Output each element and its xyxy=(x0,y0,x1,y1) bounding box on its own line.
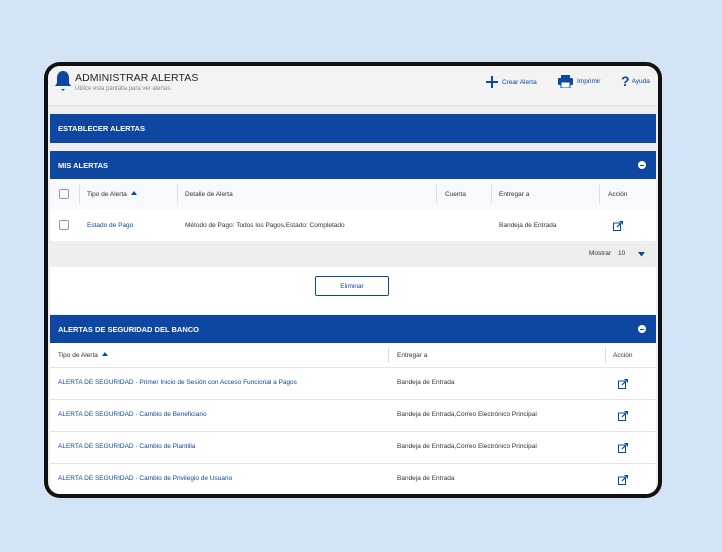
print-label: Imprimir xyxy=(577,78,601,85)
deliver-to: Bandeja de Entrada,Correo Electrónico Pr… xyxy=(397,411,537,418)
mis-alertas-panel: Tipo de Alerta Detalle de Alerta Cuenta … xyxy=(50,179,656,314)
app-screen: ADMINISTRAR ALERTAS Utilice esta pantall… xyxy=(48,66,658,494)
plus-icon xyxy=(486,76,498,88)
deliver-to: Bandeja de Entrada xyxy=(397,379,455,386)
seguridad-header[interactable]: ALERTAS DE SEGURIDAD DEL BANCO xyxy=(50,315,656,343)
sort-asc-icon xyxy=(101,352,108,356)
establecer-alertas-header[interactable]: ESTABLECER ALERTAS xyxy=(50,114,656,143)
deliver-to: Bandeja de Entrada,Correo Electrónico Pr… xyxy=(397,443,537,450)
print-button[interactable]: Imprimir xyxy=(558,75,600,88)
collapse-icon[interactable] xyxy=(638,161,646,169)
delete-button[interactable]: Eliminar xyxy=(315,276,389,296)
security-alert-link[interactable]: ALERTA DE SEGURIDAD - Cambio de Benefici… xyxy=(58,411,207,418)
table-row: ALERTA DE SEGURIDAD - Cambio de Benefici… xyxy=(50,400,656,431)
select-all-checkbox[interactable] xyxy=(59,189,69,199)
edit-icon[interactable] xyxy=(618,475,628,485)
column-tipo-alerta[interactable]: Tipo de Alerta xyxy=(58,352,108,359)
page-size-value: 10 xyxy=(618,250,626,257)
create-alert-button[interactable]: Crear Alerta xyxy=(486,76,537,88)
column-tipo-alerta[interactable]: Tipo de Alerta xyxy=(87,191,137,198)
column-entregar[interactable]: Entregar a xyxy=(499,191,529,198)
chevron-down-icon xyxy=(638,252,645,257)
page-size-select[interactable]: 10 xyxy=(616,248,650,260)
seguridad-title: ALERTAS DE SEGURIDAD DEL BANCO xyxy=(58,324,199,334)
help-button[interactable]: ? Ayuda xyxy=(621,73,650,89)
establecer-alertas-title: ESTABLECER ALERTAS xyxy=(58,124,145,133)
table-header: Tipo de Alerta Entregar a Acción xyxy=(50,343,656,367)
deliver-to: Bandeja de Entrada xyxy=(397,475,455,482)
security-alert-link[interactable]: ALERTA DE SEGURIDAD - Cambio de Plantill… xyxy=(58,443,195,450)
show-label: Mostrar xyxy=(589,250,612,257)
collapse-icon[interactable] xyxy=(638,325,646,333)
security-alert-link[interactable]: ALERTA DE SEGURIDAD - Primer Inicio de S… xyxy=(58,379,297,386)
mis-alertas-title: MIS ALERTAS xyxy=(58,160,108,170)
column-label: Tipo de Alerta xyxy=(87,191,127,198)
column-accion: Acción xyxy=(613,352,633,359)
help-label: Ayuda xyxy=(631,77,650,85)
table-header: Tipo de Alerta Detalle de Alerta Cuenta … xyxy=(50,179,656,209)
delete-button-label: Eliminar xyxy=(340,282,364,290)
row-checkbox[interactable] xyxy=(59,220,69,230)
edit-icon[interactable] xyxy=(618,411,628,421)
device-frame: ADMINISTRAR ALERTAS Utilice esta pantall… xyxy=(44,62,662,498)
pagination-bar: Mostrar 10 xyxy=(50,241,656,267)
alert-detail: Método de Pago: Todos los Pagos,Estado: … xyxy=(185,222,345,229)
table-row: ALERTA DE SEGURIDAD - Cambio de Privileg… xyxy=(50,464,656,494)
page-subtitle: Utilice esta pantalla para ver alertas. xyxy=(75,86,173,92)
help-icon: ? xyxy=(621,73,630,89)
edit-icon[interactable] xyxy=(618,379,628,389)
mis-alertas-header[interactable]: MIS ALERTAS xyxy=(50,151,656,179)
bell-icon xyxy=(55,71,71,91)
column-accion: Acción xyxy=(608,191,628,198)
edit-icon[interactable] xyxy=(618,443,628,453)
alert-type-link[interactable]: Estado de Pago xyxy=(87,222,133,229)
table-row: ALERTA DE SEGURIDAD - Primer Inicio de S… xyxy=(50,368,656,399)
printer-icon xyxy=(558,75,573,88)
column-detalle[interactable]: Detalle de Alerta xyxy=(185,191,233,198)
security-alert-link[interactable]: ALERTA DE SEGURIDAD - Cambio de Privileg… xyxy=(58,475,232,482)
column-entregar[interactable]: Entregar a xyxy=(397,352,427,359)
page-title: ADMINISTRAR ALERTAS xyxy=(75,72,199,84)
table-row: ALERTA DE SEGURIDAD - Cambio de Plantill… xyxy=(50,432,656,463)
column-cuenta[interactable]: Cuenta xyxy=(445,191,466,198)
table-row: Estado de Pago Método de Pago: Todos los… xyxy=(50,209,656,241)
create-alert-label: Crear Alerta xyxy=(502,78,537,86)
alert-deliver-to: Bandeja de Entrada xyxy=(499,222,557,229)
sort-asc-icon xyxy=(130,191,137,195)
page-header: ADMINISTRAR ALERTAS Utilice esta pantall… xyxy=(48,66,658,106)
column-label: Tipo de Alerta xyxy=(58,352,98,359)
seguridad-panel: Tipo de Alerta Entregar a Acción ALERTA … xyxy=(50,343,656,494)
edit-icon[interactable] xyxy=(613,221,623,231)
